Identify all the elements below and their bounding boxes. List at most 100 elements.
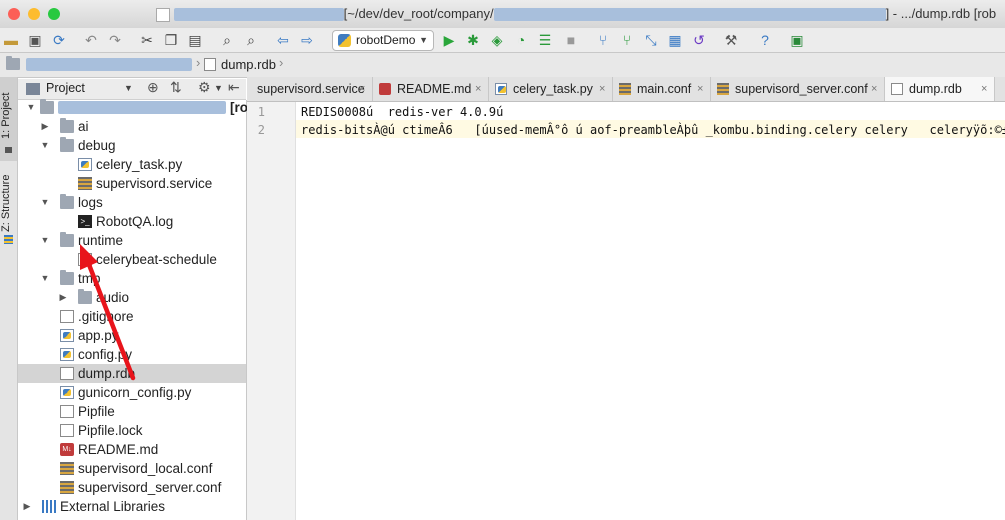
close-tab-icon[interactable]: ×	[359, 77, 365, 101]
tree-item[interactable]: M↓ README.md	[18, 440, 246, 459]
minimize-window-button[interactable]	[28, 8, 40, 20]
breadcrumb-separator: ›	[279, 55, 283, 70]
title-file: ] - .../dump.rdb [rob	[886, 6, 997, 21]
cut-icon[interactable]: ✂	[138, 31, 156, 49]
sync-icon[interactable]: ⟳	[50, 31, 68, 49]
help-icon[interactable]: ?	[756, 31, 774, 49]
vcs-update-icon[interactable]: ⑂	[594, 31, 612, 49]
coverage-icon[interactable]: ◈	[488, 31, 506, 49]
structure-tool-tab[interactable]: Z: Structure	[0, 169, 17, 249]
chevron-down-icon[interactable]: ▼	[26, 98, 36, 117]
gear-icon[interactable]: ⚙	[198, 79, 211, 96]
terminal-icon[interactable]: ▣	[788, 31, 806, 49]
editor-tab-label: main.conf	[637, 77, 691, 101]
collapse-all-icon[interactable]: ⇅	[170, 79, 182, 96]
forward-icon[interactable]: ↷	[106, 31, 124, 49]
editor-tab[interactable]: dump.rdb ×	[885, 77, 995, 101]
tree-item[interactable]: ▼ logs	[18, 193, 246, 212]
tree-item[interactable]: ▼ runtime	[18, 231, 246, 250]
tree-item-label: RobotQA.log	[96, 212, 173, 231]
tree-item[interactable]: ▶ External Libraries	[18, 497, 246, 516]
tree-item[interactable]: ▼ tmp	[18, 269, 246, 288]
save-icon[interactable]: ▣	[26, 31, 44, 49]
close-tab-icon[interactable]: ×	[599, 77, 605, 101]
tree-item-label: .gitignore	[78, 307, 134, 326]
chevron-down-icon[interactable]: ▼	[40, 193, 50, 212]
tree-item[interactable]: .gitignore	[18, 307, 246, 326]
stop-icon[interactable]: ■	[562, 31, 580, 49]
editor-tab[interactable]: main.conf ×	[613, 77, 711, 101]
nav-forward-icon[interactable]: ⇨	[298, 31, 316, 49]
paste-icon[interactable]: ▤	[186, 31, 204, 49]
tree-item[interactable]: Pipfile	[18, 402, 246, 421]
chevron-right-icon[interactable]: ▶	[22, 497, 32, 516]
project-tool-tab[interactable]: 1: Project	[0, 77, 17, 161]
copy-icon[interactable]: ❐	[162, 31, 180, 49]
project-view-icon	[26, 83, 40, 95]
history-icon[interactable]: ▦	[666, 31, 684, 49]
editor-tab[interactable]: supervisord_server.conf ×	[711, 77, 885, 101]
folder-icon	[78, 291, 92, 304]
debug-icon[interactable]: ✱	[464, 31, 482, 49]
project-tool-icon	[5, 147, 12, 153]
settings-icon[interactable]: ⚒	[722, 31, 740, 49]
editor-tab[interactable]: celery_task.py ×	[489, 77, 613, 101]
editor-gutter: 1 2	[247, 102, 296, 520]
close-tab-icon[interactable]: ×	[697, 77, 703, 101]
tree-item[interactable]: supervisord.service	[18, 174, 246, 193]
tree-item[interactable]: gunicorn_config.py	[18, 383, 246, 402]
editor-tab-label: README.md	[397, 77, 471, 101]
editor-tab[interactable]: supervisord.service ×	[237, 77, 373, 101]
chevron-right-icon[interactable]: ▶	[58, 288, 68, 307]
open-folder-icon[interactable]: ▬	[2, 31, 20, 49]
revert-icon[interactable]: ↺	[690, 31, 708, 49]
redacted-text	[174, 8, 344, 21]
code-line: redis-bitsÀ@ú ctimeÂ6 [úused-memÂ°ô ú a…	[301, 123, 1005, 137]
project-view-selector[interactable]: Project	[46, 81, 85, 95]
compare-icon[interactable]: ⤡	[642, 31, 660, 49]
tree-item[interactable]: ▶ audio	[18, 288, 246, 307]
chevron-down-icon[interactable]: ▼	[124, 83, 133, 93]
tree-item-label: supervisord_server.conf	[78, 478, 221, 497]
run-configuration-select[interactable]: robotDemo ▼	[332, 30, 434, 51]
chevron-down-icon[interactable]: ▼	[40, 136, 50, 155]
tree-item-label: Pipfile.lock	[78, 421, 143, 440]
tree-item[interactable]: celerybeat-schedule	[18, 250, 246, 269]
replace-icon[interactable]: ⌕	[242, 31, 260, 49]
config-file-icon	[78, 177, 92, 190]
maximize-window-button[interactable]	[48, 8, 60, 20]
tree-item[interactable]: config.py	[18, 345, 246, 364]
concurrency-icon[interactable]: ☰	[536, 31, 554, 49]
code-editor[interactable]: REDIS0008ú redis-ver 4.0.9ú redis-bitsÀ@…	[296, 102, 1005, 520]
tree-root-row[interactable]: ▼ [ro	[18, 98, 246, 117]
close-tab-icon[interactable]: ×	[871, 77, 877, 101]
file-icon	[60, 405, 74, 418]
tree-item[interactable]: >_ RobotQA.log	[18, 212, 246, 231]
chevron-down-icon[interactable]: ▼	[40, 269, 50, 288]
tree-item[interactable]: Pipfile.lock	[18, 421, 246, 440]
document-icon	[156, 8, 170, 22]
close-window-button[interactable]	[8, 8, 20, 20]
find-icon[interactable]: ⌕	[218, 31, 236, 49]
back-icon[interactable]: ↶	[82, 31, 100, 49]
tree-item[interactable]: dump.rdb	[18, 364, 246, 383]
tree-item[interactable]: supervisord_server.conf	[18, 478, 246, 497]
run-icon[interactable]: ▶	[440, 31, 458, 49]
nav-back-icon[interactable]: ⇦	[274, 31, 292, 49]
chevron-down-icon[interactable]: ▼	[214, 83, 223, 93]
editor-tab[interactable]: README.md ×	[373, 77, 489, 101]
close-tab-icon[interactable]: ×	[475, 77, 481, 101]
redacted-text	[58, 101, 226, 114]
tree-item[interactable]: ▶ ai	[18, 117, 246, 136]
tree-item[interactable]: ▼ debug	[18, 136, 246, 155]
breadcrumb-file[interactable]: dump.rdb	[221, 57, 276, 72]
close-tab-icon[interactable]: ×	[981, 77, 987, 101]
tree-item[interactable]: supervisord_local.conf	[18, 459, 246, 478]
crosshair-icon[interactable]: ⊕	[147, 79, 159, 96]
tree-item[interactable]: app.py	[18, 326, 246, 345]
vcs-commit-icon[interactable]: ⑂	[618, 31, 636, 49]
profile-icon[interactable]: ◔	[512, 31, 530, 49]
chevron-right-icon[interactable]: ▶	[40, 117, 50, 136]
tree-item[interactable]: celery_task.py	[18, 155, 246, 174]
chevron-down-icon[interactable]: ▼	[40, 231, 50, 250]
